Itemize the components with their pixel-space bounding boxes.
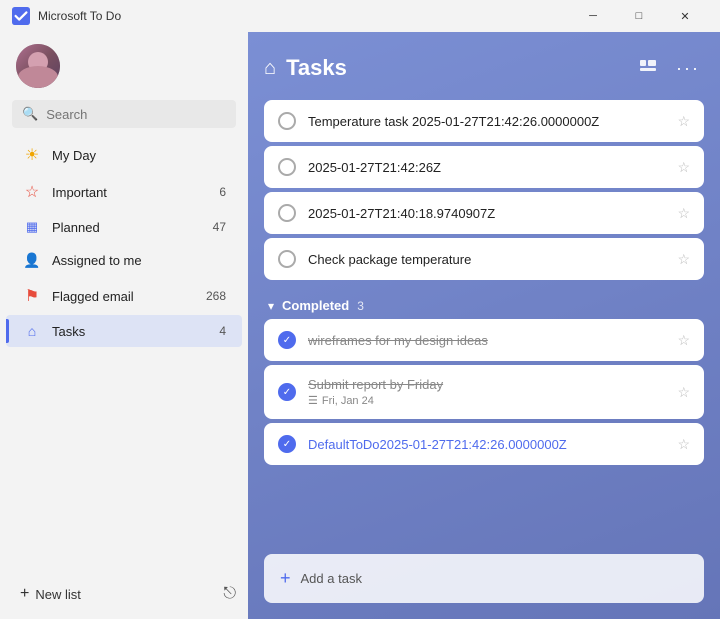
sidebar-item-tasks[interactable]: ⌂ Tasks 4 [6, 315, 242, 347]
sidebar-item-assigned-to-me[interactable]: 👤 Assigned to me [6, 244, 242, 277]
app-logo-icon [12, 7, 30, 25]
sidebar-item-label: Flagged email [52, 289, 202, 304]
sidebar-item-planned[interactable]: ▦ Planned 47 [6, 211, 242, 243]
person-icon: 👤 [22, 252, 42, 269]
maximize-button[interactable]: □ [616, 0, 662, 32]
app-container: 🔍 ☀ My Day ☆ Important 6 ▦ Planned 47 [0, 32, 720, 619]
page-title: Tasks [286, 55, 347, 81]
main-header-left: ⌂ Tasks [264, 55, 347, 81]
task-sub-text: ☰ Fri, Jan 24 [308, 394, 665, 407]
tasks-list: Temperature task 2025-01-27T21:42:26.000… [264, 100, 704, 546]
completed-circle[interactable]: ✓ [278, 331, 296, 349]
sidebar-action-icon[interactable]: ⎋ [223, 585, 236, 603]
task-link-text: DefaultToDo2025-01-27T21:42:26.0000000Z [308, 437, 665, 452]
search-icon: 🔍 [22, 106, 38, 122]
tasks-count: 4 [219, 324, 226, 338]
sidebar: 🔍 ☀ My Day ☆ Important 6 ▦ Planned 47 [0, 32, 248, 619]
close-button[interactable]: ✕ [662, 0, 708, 32]
completed-section: ▾ Completed 3 ✓ wireframes for my design… [264, 290, 704, 465]
avatar-row [0, 32, 248, 96]
completed-task-item[interactable]: ✓ DefaultToDo2025-01-27T21:42:26.0000000… [264, 423, 704, 465]
more-options-button[interactable]: ··· [672, 52, 704, 84]
star-icon[interactable]: ☆ [677, 205, 690, 222]
task-item[interactable]: Temperature task 2025-01-27T21:42:26.000… [264, 100, 704, 142]
new-list-button[interactable]: + New list [12, 581, 89, 607]
task-item[interactable]: 2025-01-27T21:40:18.9740907Z ☆ [264, 192, 704, 234]
titlebar: Microsoft To Do ─ □ ✕ [0, 0, 720, 32]
star-icon[interactable]: ☆ [677, 251, 690, 268]
star-icon[interactable]: ☆ [677, 159, 690, 176]
task-content: Submit report by Friday ☰ Fri, Jan 24 [308, 377, 665, 407]
star-icon[interactable]: ☆ [677, 332, 690, 349]
add-task-button[interactable]: + Add a task [264, 554, 704, 603]
completed-task-item[interactable]: ✓ Submit report by Friday ☰ Fri, Jan 24 … [264, 365, 704, 419]
main-header: ⌂ Tasks ··· [264, 52, 704, 84]
sidebar-item-label: Planned [52, 220, 209, 235]
task-circle[interactable] [278, 250, 296, 268]
main-content: ⌂ Tasks ··· Temperatur [248, 32, 720, 619]
task-circle[interactable] [278, 158, 296, 176]
new-list-label: New list [35, 587, 81, 602]
titlebar-left: Microsoft To Do [12, 7, 121, 25]
task-text: Temperature task 2025-01-27T21:42:26.000… [308, 114, 665, 129]
flag-icon: ⚑ [22, 286, 42, 306]
task-item[interactable]: 2025-01-27T21:42:26Z ☆ [264, 146, 704, 188]
calendar-icon: ☰ [308, 394, 318, 407]
task-text: 2025-01-27T21:42:26Z [308, 160, 665, 175]
task-circle[interactable] [278, 204, 296, 222]
sidebar-item-label: Important [52, 185, 215, 200]
search-input[interactable] [46, 107, 226, 122]
add-task-label: Add a task [301, 571, 362, 586]
sidebar-item-important[interactable]: ☆ Important 6 [6, 174, 242, 210]
sidebar-item-label: My Day [52, 148, 226, 163]
avatar-image [16, 44, 60, 88]
task-item[interactable]: Check package temperature ☆ [264, 238, 704, 280]
window-controls: ─ □ ✕ [570, 0, 708, 32]
star-icon[interactable]: ☆ [677, 436, 690, 453]
star-icon[interactable]: ☆ [677, 113, 690, 130]
nav-list: ☀ My Day ☆ Important 6 ▦ Planned 47 👤 As… [0, 136, 248, 573]
completed-circle[interactable]: ✓ [278, 383, 296, 401]
completed-count: 3 [357, 299, 364, 313]
plus-icon: + [280, 568, 291, 589]
completed-header[interactable]: ▾ Completed 3 [264, 290, 704, 319]
calendar-icon: ▦ [22, 219, 42, 235]
sidebar-item-label: Tasks [52, 324, 215, 339]
layout-icon-button[interactable] [632, 52, 664, 84]
task-text: Check package temperature [308, 252, 665, 267]
flagged-count: 268 [206, 289, 226, 303]
star-icon[interactable]: ☆ [677, 384, 690, 401]
sidebar-item-flagged-email[interactable]: ⚑ Flagged email 268 [6, 278, 242, 314]
search-box[interactable]: 🔍 [12, 100, 236, 128]
plus-icon: + [20, 585, 29, 603]
completed-task-item[interactable]: ✓ wireframes for my design ideas ☆ [264, 319, 704, 361]
planned-count: 47 [213, 220, 226, 234]
completed-label: Completed [282, 298, 349, 313]
important-count: 6 [219, 185, 226, 199]
avatar[interactable] [16, 44, 60, 88]
task-text: wireframes for my design ideas [308, 333, 665, 348]
task-circle[interactable] [278, 112, 296, 130]
chevron-down-icon: ▾ [268, 299, 274, 313]
sidebar-bottom: + New list ⎋ [0, 573, 248, 619]
tasks-home-icon: ⌂ [264, 57, 276, 80]
sidebar-item-my-day[interactable]: ☀ My Day [6, 137, 242, 173]
completed-circle[interactable]: ✓ [278, 435, 296, 453]
layout-icon [639, 59, 657, 77]
task-text: 2025-01-27T21:40:18.9740907Z [308, 206, 665, 221]
sidebar-item-label: Assigned to me [52, 253, 226, 268]
app-title: Microsoft To Do [38, 9, 121, 23]
task-text: Submit report by Friday [308, 377, 665, 392]
home-icon: ⌂ [22, 323, 42, 339]
minimize-button[interactable]: ─ [570, 0, 616, 32]
main-header-actions: ··· [632, 52, 704, 84]
ellipsis-icon: ··· [676, 58, 700, 79]
sun-icon: ☀ [22, 145, 42, 165]
completed-tasks-list: ✓ wireframes for my design ideas ☆ ✓ Sub… [264, 319, 704, 465]
star-icon: ☆ [22, 182, 42, 202]
